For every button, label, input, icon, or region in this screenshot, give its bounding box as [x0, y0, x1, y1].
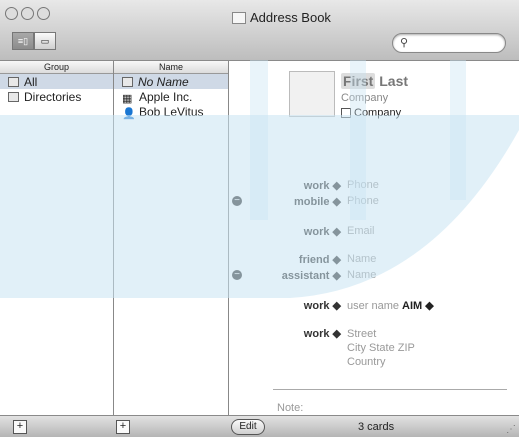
photo-placeholder[interactable] [289, 71, 335, 117]
address-field-work: work ◆ Street City State ZIP Country [229, 327, 519, 371]
window-title: Address Book [232, 10, 331, 25]
name-label: No Name [138, 74, 189, 89]
group-label: All [24, 74, 38, 89]
name-fields: First Last [341, 73, 408, 89]
minimize-button[interactable] [21, 7, 34, 20]
phone-field-mobile: − mobile ◆ Phone [229, 195, 519, 209]
name-item-no-name[interactable]: No Name [114, 74, 228, 89]
close-button[interactable] [5, 7, 18, 20]
field-label-popup[interactable]: work ◆ [304, 327, 341, 340]
group-column-header[interactable]: Group [0, 61, 113, 74]
remove-field-button[interactable]: − [232, 196, 242, 206]
field-label-popup[interactable]: assistant ◆ [282, 269, 341, 282]
person-icon: 👤 [122, 107, 136, 120]
name-item-apple[interactable]: ▦ Apple Inc. [114, 89, 228, 105]
related-name-field-assistant: − assistant ◆ Name [229, 269, 519, 283]
name-label: Bob LeVitus [139, 104, 204, 119]
group-item-directories[interactable]: Directories [0, 89, 113, 104]
company-field[interactable]: Company [341, 92, 388, 104]
phone-field-work: work ◆ Phone [229, 179, 519, 193]
name-value[interactable]: Name [347, 269, 376, 281]
im-service-popup[interactable]: AIM ◆ [402, 300, 434, 312]
card-and-column-view-button[interactable]: ≡▯ [12, 32, 34, 50]
group-label: Directories [24, 89, 82, 104]
name-label: Apple Inc. [139, 89, 193, 104]
name-column-header[interactable]: Name [114, 61, 228, 74]
card-only-view-button[interactable]: ▭ [34, 32, 56, 50]
phone-value[interactable]: Phone [347, 179, 379, 191]
address-value[interactable]: Street City State ZIP Country [347, 327, 415, 369]
search-icon: ⚲ [400, 37, 409, 49]
email-value[interactable]: Email [347, 225, 375, 237]
related-name-field-friend: friend ◆ Name [229, 253, 519, 267]
bottom-bar: + + Edit 3 cards ⋰ [0, 415, 519, 437]
search-input[interactable] [413, 35, 503, 51]
add-group-button[interactable]: + [13, 420, 27, 434]
company-checkbox-label: Company [354, 107, 402, 119]
group-icon [8, 76, 19, 87]
search-field[interactable]: ⚲ [392, 33, 506, 53]
title-bar: Address Book ≡▯ ▭ ⚲ [0, 0, 519, 61]
company-checkbox[interactable]: Company [341, 107, 401, 119]
name-item-bob[interactable]: 👤 Bob LeVitus [114, 104, 228, 120]
address-book-icon [232, 11, 246, 24]
view-toggle[interactable]: ≡▯ ▭ [12, 32, 56, 50]
card-icon [122, 76, 133, 87]
name-column: Name No Name ▦ Apple Inc. 👤 Bob LeVitus [114, 61, 229, 415]
name-value[interactable]: Name [347, 253, 376, 265]
company-icon: ▦ [122, 92, 133, 105]
im-value[interactable]: user name AIM ◆ [347, 299, 434, 312]
field-label-popup[interactable]: work ◆ [304, 225, 341, 238]
card-detail-pane: First Last Company Company work ◆ Phone … [229, 61, 519, 415]
card-count: 3 cards [358, 421, 395, 433]
window-title-text: Address Book [250, 10, 331, 25]
field-label-popup[interactable]: mobile ◆ [294, 195, 341, 208]
email-field-work: work ◆ Email [229, 225, 519, 239]
field-label-popup[interactable]: friend ◆ [299, 253, 341, 266]
checkbox-box[interactable] [341, 108, 351, 118]
remove-field-button[interactable]: − [232, 270, 242, 280]
directory-icon [8, 91, 19, 102]
resize-grip-icon[interactable]: ⋰ [506, 424, 516, 435]
edit-button[interactable]: Edit [231, 419, 265, 435]
note-divider [273, 389, 507, 390]
group-item-all[interactable]: All [0, 74, 113, 89]
zoom-button[interactable] [37, 7, 50, 20]
add-contact-button[interactable]: + [116, 420, 130, 434]
im-field-work: work ◆ user name AIM ◆ [229, 299, 519, 313]
group-column: Group All Directories [0, 61, 114, 415]
note-label[interactable]: Note: [277, 402, 303, 414]
field-label-popup[interactable]: work ◆ [304, 299, 341, 312]
window-controls [5, 7, 53, 23]
phone-value[interactable]: Phone [347, 195, 379, 207]
first-name-field[interactable]: First [341, 73, 376, 89]
last-name-field[interactable]: Last [379, 73, 408, 89]
field-label-popup[interactable]: work ◆ [304, 179, 341, 192]
